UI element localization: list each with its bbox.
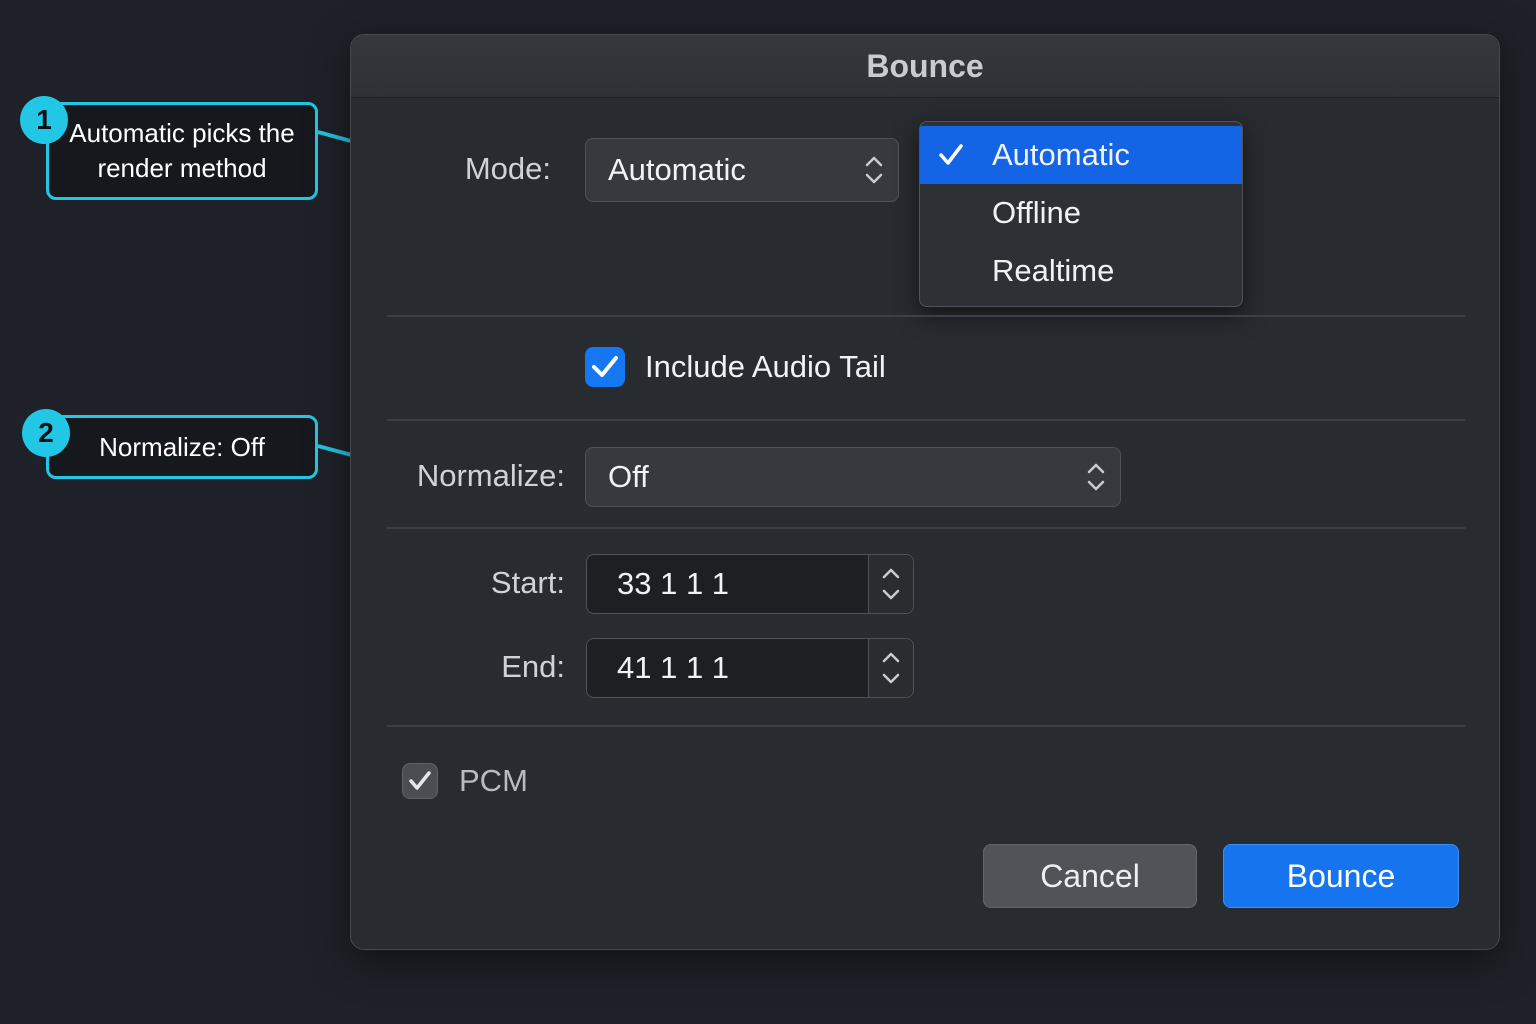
section-divider: [387, 527, 1465, 529]
bounce-dialog: Bounce Mode: Automatic Automatic Offline…: [350, 34, 1500, 950]
mode-label: Mode:: [464, 151, 551, 186]
checkmark-icon: [409, 771, 431, 790]
include-audio-tail-checkbox[interactable]: [585, 347, 625, 387]
end-label: End:: [501, 649, 565, 684]
bounce-button[interactable]: Bounce: [1223, 844, 1459, 908]
pcm-checkbox[interactable]: [402, 763, 438, 799]
menu-item-automatic[interactable]: Automatic: [920, 126, 1242, 184]
up-down-chevron-icon: [1087, 463, 1105, 491]
end-stepper[interactable]: [868, 639, 913, 697]
menu-item-offline[interactable]: Offline: [920, 184, 1242, 242]
start-stepper[interactable]: [868, 555, 913, 613]
annotation-badge-1: 1: [20, 96, 68, 144]
end-position-field[interactable]: 41 1 1 1: [586, 638, 914, 698]
annotation-callout-2: Normalize: Off: [46, 415, 318, 479]
pcm-label[interactable]: PCM: [459, 763, 528, 799]
start-label: Start:: [490, 565, 565, 600]
mode-popup-button[interactable]: Automatic: [585, 138, 899, 202]
section-divider: [387, 315, 1465, 317]
annotation-callout-1: Automatic picks the render method: [46, 102, 318, 200]
cancel-button[interactable]: Cancel: [983, 844, 1197, 908]
menu-item-label: Automatic: [992, 137, 1130, 172]
annotation-badge-2: 2: [22, 409, 70, 457]
include-audio-tail-label[interactable]: Include Audio Tail: [645, 349, 886, 385]
up-down-chevron-icon: [882, 652, 900, 684]
normalize-popup-value: Off: [608, 459, 649, 494]
dialog-titlebar[interactable]: Bounce: [351, 35, 1499, 98]
end-position-value: 41 1 1 1: [617, 650, 730, 685]
normalize-popup-button[interactable]: Off: [585, 447, 1121, 507]
menu-item-realtime[interactable]: Realtime: [920, 242, 1242, 300]
start-position-value: 33 1 1 1: [617, 566, 730, 601]
menu-item-label: Realtime: [992, 253, 1115, 288]
annotation-text-2: Normalize: Off: [99, 431, 265, 462]
section-divider: [387, 725, 1465, 727]
up-down-chevron-icon: [865, 156, 883, 184]
start-position-field[interactable]: 33 1 1 1: [586, 554, 914, 614]
up-down-chevron-icon: [882, 568, 900, 600]
annotation-text-1: Automatic picks the render method: [69, 118, 295, 183]
section-divider: [387, 419, 1465, 421]
checkmark-icon: [939, 144, 963, 165]
menu-item-label: Offline: [992, 195, 1082, 230]
checkmark-icon: [592, 356, 618, 377]
dialog-title: Bounce: [866, 47, 984, 84]
mode-dropdown-menu: Automatic Offline Realtime: [919, 121, 1243, 307]
normalize-label: Normalize:: [416, 458, 565, 493]
mode-popup-value: Automatic: [608, 152, 746, 187]
